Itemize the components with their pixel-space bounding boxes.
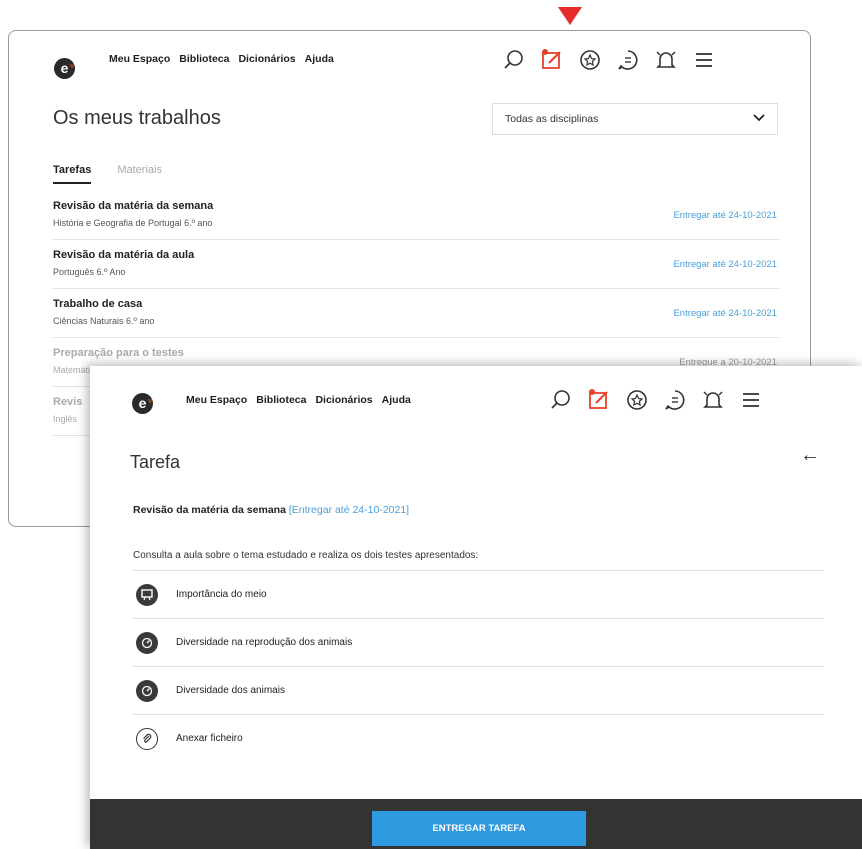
nav-link-biblioteca[interactable]: Biblioteca — [256, 394, 306, 406]
resource-list: Importância do meio Diversidade na repro… — [133, 570, 824, 762]
task-subject: História e Geografia de Portugal 6.º ano — [53, 218, 213, 228]
bell-icon[interactable] — [701, 388, 725, 412]
subject-filter-value: Todas as disciplinas — [505, 113, 599, 125]
nav-link-meu-espaco[interactable]: Meu Espaço — [186, 394, 247, 406]
search-icon[interactable] — [549, 388, 573, 412]
app-logo[interactable]: ev — [54, 58, 75, 79]
page-title: Os meus trabalhos — [53, 107, 221, 129]
task-title: Preparação para o testes — [53, 347, 184, 359]
app-logo[interactable]: ev — [132, 393, 153, 414]
task-due-date: Entregar até 24-10-2021 — [673, 308, 777, 319]
submit-task-button[interactable]: ENTREGAR TAREFA — [372, 811, 586, 846]
resource-label: Diversidade na reprodução dos animais — [176, 637, 353, 648]
task-row[interactable]: Trabalho de casa Ciências Naturais 6.º a… — [53, 289, 779, 338]
task-title: Revisão da matéria da aula — [53, 249, 195, 261]
nav-links: Meu Espaço Biblioteca Dicionários Ajuda — [109, 53, 334, 65]
work-tabs: Tarefas Materiais — [53, 164, 162, 184]
task-row[interactable]: Revisão da matéria da semana História e … — [53, 191, 779, 240]
bell-icon[interactable] — [654, 48, 678, 72]
attach-file-item[interactable]: Anexar ficheiro — [133, 714, 824, 762]
resource-item[interactable]: Diversidade na reprodução dos animais — [133, 618, 824, 666]
paperclip-icon — [136, 727, 158, 750]
footer-bar: ENTREGAR TAREFA — [90, 799, 862, 849]
chevron-down-icon — [753, 113, 765, 125]
presentation-icon — [136, 583, 158, 606]
back-arrow-icon[interactable]: ← — [800, 444, 820, 467]
tasks-edit-icon[interactable] — [587, 388, 611, 412]
search-icon[interactable] — [502, 48, 526, 72]
tasks-edit-icon[interactable] — [540, 48, 564, 72]
nav-link-meu-espaco[interactable]: Meu Espaço — [109, 53, 170, 65]
highlight-arrow-marker — [558, 7, 582, 25]
badge-star-icon[interactable] — [578, 48, 602, 72]
resource-item[interactable]: Diversidade dos animais — [133, 666, 824, 714]
task-due-date: [Entregar até 24-10-2021] — [288, 504, 410, 516]
resource-item[interactable]: Importância do meio — [133, 570, 824, 618]
task-title: Revisão da matéria da semana — [53, 200, 214, 212]
resource-label: Diversidade dos animais — [176, 685, 285, 696]
resource-label: Anexar ficheiro — [176, 733, 243, 744]
task-name: Revisão da matéria da semana — [133, 504, 286, 516]
task-title: Revis — [53, 396, 83, 408]
nav-link-biblioteca[interactable]: Biblioteca — [179, 53, 229, 65]
menu-icon[interactable] — [739, 388, 763, 412]
task-subject: Português 6.º Ano — [53, 267, 126, 277]
tab-materiais[interactable]: Materiais — [117, 164, 162, 184]
task-due-date: Entregar até 24-10-2021 — [673, 259, 777, 270]
task-heading: Revisão da matéria da semana [Entregar a… — [133, 504, 409, 516]
task-row[interactable]: Revisão da matéria da aula Português 6.º… — [53, 240, 779, 289]
chat-icon[interactable] — [616, 48, 640, 72]
task-detail-window: ev Meu Espaço Biblioteca Dicionários Aju… — [90, 366, 862, 849]
task-subject: Inglês — [53, 414, 78, 424]
nav-links: Meu Espaço Biblioteca Dicionários Ajuda — [186, 394, 411, 406]
task-description: Consulta a aula sobre o tema estudado e … — [133, 550, 479, 561]
nav-icons — [549, 388, 763, 412]
test-icon — [136, 631, 158, 654]
badge-star-icon[interactable] — [625, 388, 649, 412]
chat-icon[interactable] — [663, 388, 687, 412]
nav-link-ajuda[interactable]: Ajuda — [305, 53, 334, 65]
task-title: Trabalho de casa — [53, 298, 143, 310]
task-due-date: Entregar até 24-10-2021 — [673, 210, 777, 221]
top-navigation: ev Meu Espaço Biblioteca Dicionários Aju… — [9, 31, 810, 93]
tab-tarefas[interactable]: Tarefas — [53, 164, 92, 184]
nav-icons — [502, 48, 716, 72]
menu-icon[interactable] — [692, 48, 716, 72]
top-navigation: ev Meu Espaço Biblioteca Dicionários Aju… — [90, 366, 862, 428]
test-icon — [136, 679, 158, 702]
subject-filter-select[interactable]: Todas as disciplinas — [492, 103, 778, 135]
task-subject: Ciências Naturais 6.º ano — [53, 316, 155, 326]
nav-link-dicionarios[interactable]: Dicionários — [238, 53, 295, 65]
nav-link-ajuda[interactable]: Ajuda — [382, 394, 411, 406]
resource-label: Importância do meio — [176, 589, 267, 600]
nav-link-dicionarios[interactable]: Dicionários — [315, 394, 372, 406]
page-title: Tarefa — [130, 452, 181, 472]
